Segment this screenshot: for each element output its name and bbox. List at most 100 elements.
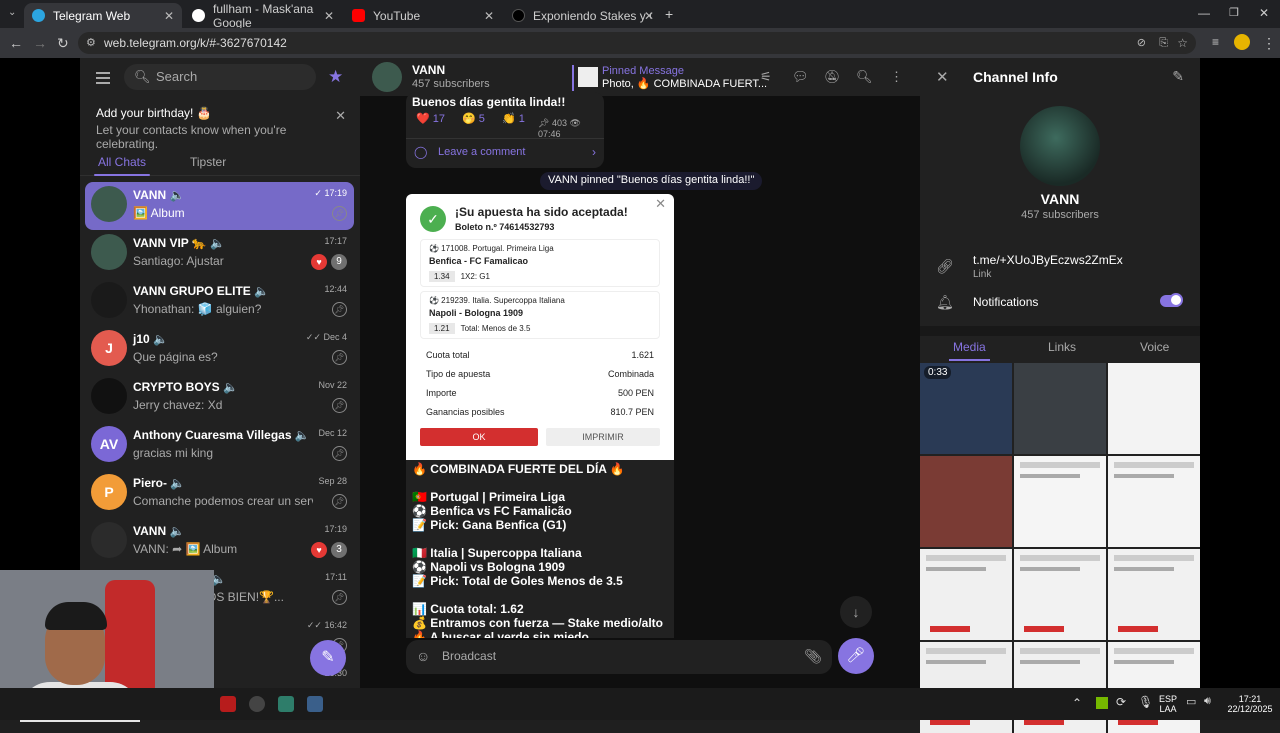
emoji-icon[interactable]: ☺: [416, 648, 430, 664]
chevron-up-icon[interactable]: ⌃: [1072, 696, 1082, 710]
microphone-button[interactable]: 🎤︎: [838, 638, 874, 674]
chat-list-item[interactable]: Jj10 🔈 Que página es? ✓✓ Dec 4 📌︎: [85, 326, 354, 374]
tab-voice[interactable]: Voice: [1140, 340, 1169, 354]
media-thumbnail[interactable]: [1014, 363, 1106, 454]
chrome-menu-icon[interactable]: ⋮: [1262, 35, 1276, 52]
message-bubble[interactable]: Buenos días gentita linda!! ❤️ 17 🤭 5 👏 …: [406, 92, 604, 168]
close-banner-icon[interactable]: ✕: [335, 108, 346, 124]
slip-ticket: Boleto n.º 74614532793: [455, 222, 555, 232]
forward-icon[interactable]: →: [33, 35, 47, 51]
restore-icon[interactable]: ❐: [1229, 6, 1239, 19]
app-icon-notes[interactable]: [278, 696, 294, 712]
chat-header[interactable]: VANN 457 subscribers Pinned Message Phot…: [360, 58, 920, 96]
nvidia-icon[interactable]: [1096, 697, 1108, 709]
channel-link[interactable]: t.me/+XUoJByEczws2ZmEx: [973, 253, 1123, 267]
close-tab-icon[interactable]: ✕: [164, 9, 174, 23]
chat-list-item[interactable]: P Piero- 🔈 Comanche podemos crear un servi…: [85, 470, 354, 518]
search-input[interactable]: 🔍︎ Search: [124, 64, 316, 90]
reaction-clap[interactable]: 👏 1: [502, 112, 525, 132]
media-thumbnail[interactable]: [1014, 549, 1106, 640]
reaction-heart[interactable]: ❤️ 17: [416, 112, 445, 132]
media-thumbnail[interactable]: [1014, 456, 1106, 547]
app-icon-record[interactable]: [249, 696, 265, 712]
bet-slip-image[interactable]: ✓ ¡Su apuesta ha sido aceptada! Boleto n…: [406, 194, 674, 460]
search-icon[interactable]: 🔍︎: [856, 69, 873, 85]
manage-icon[interactable]: ⚟: [760, 69, 772, 85]
tab-search-icon[interactable]: ⌄: [8, 7, 16, 18]
close-window-icon[interactable]: ✕: [1259, 6, 1269, 20]
chat-list-item[interactable]: VANN GRUPO ELITE 🔈 Yhonathan: 🧊 alguien? 1…: [85, 278, 354, 326]
close-icon[interactable]: ✕: [936, 68, 949, 86]
tab-all-chats[interactable]: All Chats: [93, 155, 151, 176]
birthday-text: Let your contacts know when you're celeb…: [96, 123, 287, 151]
chat-name: Piero- 🔈: [133, 476, 186, 490]
media-thumbnail[interactable]: [1108, 549, 1200, 640]
chat-list-item[interactable]: AV Anthony Cuaresma Villegas 🔈 gracias mi …: [85, 422, 354, 470]
google-icon: [192, 9, 205, 22]
channel-avatar-large[interactable]: [1020, 106, 1100, 186]
chat-list-item[interactable]: CRYPTO BOYS 🔈 Jerry chavez: Xd Nov 22 📌︎: [85, 374, 354, 422]
volume-icon[interactable]: 🔊︎: [1204, 695, 1211, 708]
tab-links[interactable]: Links: [1048, 340, 1076, 354]
tab-media[interactable]: Media: [949, 340, 990, 361]
channel-avatar[interactable]: [372, 62, 402, 92]
network-icon[interactable]: ▭: [1186, 695, 1196, 708]
chat-list-item[interactable]: VANN VIP 🐆 🔈 Santiago: Ajustar 17:17 ♥ 9: [85, 230, 354, 278]
thumb-line: [1114, 648, 1194, 654]
message-composer[interactable]: ☺ Broadcast 📎︎: [406, 640, 832, 674]
reading-list-icon[interactable]: ≡: [1212, 35, 1219, 49]
close-tab-icon[interactable]: ✕: [324, 9, 334, 23]
clock[interactable]: 17:21 22/12/2025: [1222, 694, 1278, 714]
media-thumbnail[interactable]: [920, 456, 1012, 547]
star-icon[interactable]: ★: [328, 67, 343, 87]
attach-icon[interactable]: 📎︎: [804, 648, 822, 665]
sync-icon[interactable]: ⟳: [1116, 695, 1126, 709]
more-icon[interactable]: ⋮: [890, 69, 903, 85]
bookmark-star-icon[interactable]: ☆: [1177, 32, 1188, 54]
chat-last-message: Yhonathan: 🧊 alguien?: [133, 302, 262, 316]
thumb-line: [1020, 462, 1100, 468]
media-thumbnail[interactable]: [1108, 363, 1200, 454]
back-icon[interactable]: ←: [9, 35, 23, 51]
tab-youtube[interactable]: YouTube ✕: [344, 3, 502, 28]
leave-comment-link[interactable]: ◯ Leave a comment ›: [406, 138, 604, 166]
address-bar-row: ← → ↻ ⚙ web.telegram.org/k/#-3627670142 …: [0, 28, 1280, 58]
hamburger-menu-icon[interactable]: [96, 72, 110, 87]
mic-tray-icon[interactable]: 🎙︎: [1138, 695, 1153, 709]
reaction-smile[interactable]: 🤭 5: [462, 112, 485, 132]
tab-tiktok[interactable]: Exponiendo Stakes y Grupos Vi ✕: [504, 3, 662, 28]
mute-icon[interactable]: 🔕︎: [824, 69, 841, 85]
app-icon-red[interactable]: [220, 696, 236, 712]
reload-icon[interactable]: ↻: [57, 35, 69, 52]
tab-tipster[interactable]: Tipster: [190, 155, 226, 169]
scroll-down-button[interactable]: ↓: [840, 596, 872, 628]
new-tab-icon[interactable]: +: [665, 6, 673, 22]
close-tab-icon[interactable]: ✕: [484, 9, 494, 23]
app-icon-calculator[interactable]: [307, 696, 323, 712]
media-thumbnail[interactable]: [920, 549, 1012, 640]
tab-telegram[interactable]: Telegram Web ✕: [24, 3, 182, 28]
discussion-icon[interactable]: 💬︎: [792, 69, 809, 85]
eye-off-icon[interactable]: ⊘: [1137, 32, 1146, 54]
pinned-message[interactable]: Pinned Message Photo, 🔥 COMBINADA FUERT.…: [572, 65, 767, 91]
tab-google[interactable]: fullham - Mask'ana Google ✕: [184, 2, 342, 30]
url-field[interactable]: ⚙ web.telegram.org/k/#-3627670142 ⊘ ⎘ ☆: [78, 32, 1196, 54]
thumb-line: [1020, 660, 1080, 664]
close-tab-icon[interactable]: ✕: [644, 9, 654, 23]
post-line: ⚽ Napoli vs Bologna 1909: [412, 560, 565, 574]
language-indicator[interactable]: ESP LAA: [1155, 694, 1181, 714]
search-placeholder: Search: [156, 69, 198, 84]
chat-list-item[interactable]: VANN 🔈 VANN: ➦ 🖼️ Album 17:19 ♥ 3: [85, 518, 354, 566]
birthday-banner[interactable]: Add your birthday! 🎂 Let your contacts k…: [86, 100, 354, 151]
chat-list-item[interactable]: VANN 🔈 🖼️ Album ✓ 17:19 📌︎: [85, 182, 354, 230]
pin-icon: 📌︎: [332, 494, 347, 509]
edit-pencil-icon[interactable]: ✎: [1172, 68, 1184, 85]
notifications-toggle[interactable]: [1160, 293, 1183, 307]
install-icon[interactable]: ⎘: [1159, 32, 1168, 54]
site-info-icon[interactable]: ⚙: [86, 32, 96, 54]
profile-avatar[interactable]: [1234, 34, 1250, 50]
compose-pencil-button[interactable]: ✎: [310, 640, 346, 676]
media-thumbnail[interactable]: [1108, 456, 1200, 547]
minimize-icon[interactable]: —: [1198, 6, 1210, 20]
media-thumbnail[interactable]: 0:33: [920, 363, 1012, 454]
